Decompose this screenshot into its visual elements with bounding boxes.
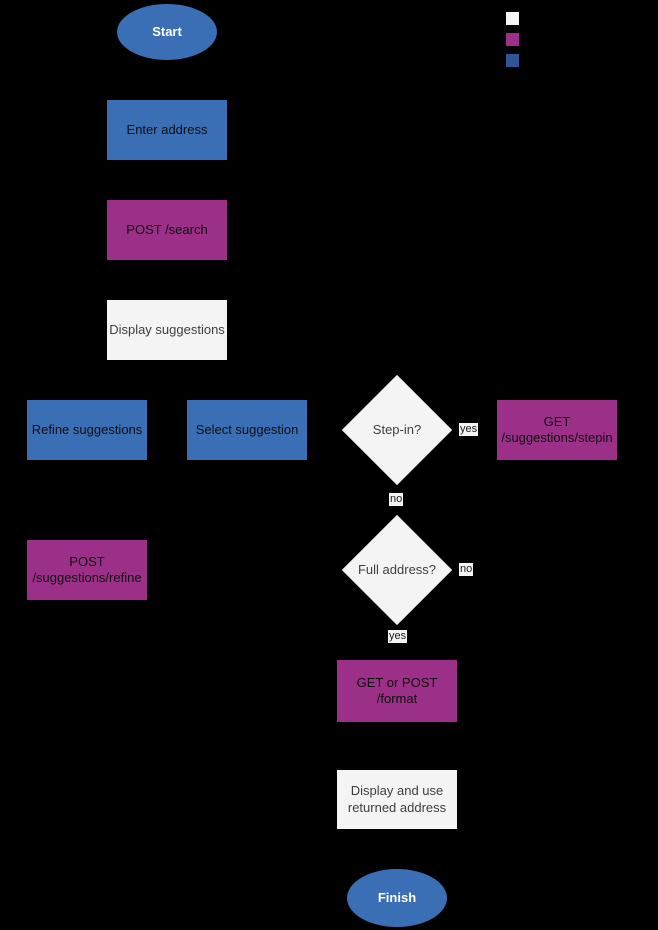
connector-lines [86, 60, 460, 869]
node-format-line2: /format [376, 691, 418, 706]
legend-swatch-blue [506, 54, 519, 67]
node-enter-address-label: Enter address [126, 121, 208, 137]
node-refine-suggestions-label: Refine suggestions [31, 421, 143, 437]
node-full-address-label: Full address? [357, 561, 437, 577]
legend-item [506, 50, 646, 71]
edge-label-stepin-yes: yes [459, 423, 479, 436]
node-display-suggestions-label: Display suggestions [109, 321, 225, 337]
node-display-returned-line1: Display and use [350, 783, 444, 799]
node-finish[interactable]: Finish [347, 869, 447, 927]
legend-item [506, 8, 646, 29]
node-get-stepin-line2: /suggestions/stepin [501, 430, 613, 445]
node-display-returned-line2: returned address [347, 799, 447, 815]
node-step-in-decision[interactable]: Step-in? [341, 374, 453, 486]
node-post-refine-line1: POST [69, 553, 105, 569]
node-get-suggestions-stepin[interactable]: GET /suggestions/stepin [497, 400, 617, 460]
edge-label-text: no [460, 563, 473, 575]
node-select-suggestion[interactable]: Select suggestion [187, 400, 307, 460]
node-finish-label: Finish [377, 889, 417, 905]
legend-swatch-magenta [506, 33, 519, 46]
legend [506, 8, 646, 71]
edge-label-text: no [390, 493, 403, 505]
node-post-refine-line2: /suggestions/refine [32, 570, 142, 585]
node-full-address-decision[interactable]: Full address? [341, 514, 453, 626]
node-start[interactable]: Start [117, 4, 217, 60]
edge-label-text: yes [389, 630, 407, 642]
edge-label-text: yes [460, 423, 478, 435]
node-refine-suggestions[interactable]: Refine suggestions [27, 400, 147, 460]
legend-swatch-white [506, 12, 519, 25]
node-select-suggestion-label: Select suggestion [195, 421, 299, 437]
node-display-returned-address[interactable]: Display and use returned address [337, 770, 457, 829]
flowchart-canvas: Start Enter address POST /search Display… [0, 0, 658, 930]
node-format-line1: GET or POST [356, 674, 438, 690]
edge-label-stepin-no: no [389, 493, 404, 506]
node-display-suggestions[interactable]: Display suggestions [107, 300, 227, 360]
edge-label-full-address-no: no [459, 563, 474, 576]
node-post-suggestions-refine[interactable]: POST /suggestions/refine [27, 540, 147, 600]
node-post-search-label: POST /search [126, 221, 208, 237]
node-enter-address[interactable]: Enter address [107, 100, 227, 160]
node-post-search[interactable]: POST /search [107, 200, 227, 260]
edge-label-full-address-yes: yes [388, 630, 408, 643]
node-start-label: Start [152, 23, 182, 39]
node-get-stepin-line1: GET [543, 413, 571, 429]
node-format-request[interactable]: GET or POST /format [337, 660, 457, 722]
legend-item [506, 29, 646, 50]
node-step-in-label: Step-in? [372, 421, 422, 437]
